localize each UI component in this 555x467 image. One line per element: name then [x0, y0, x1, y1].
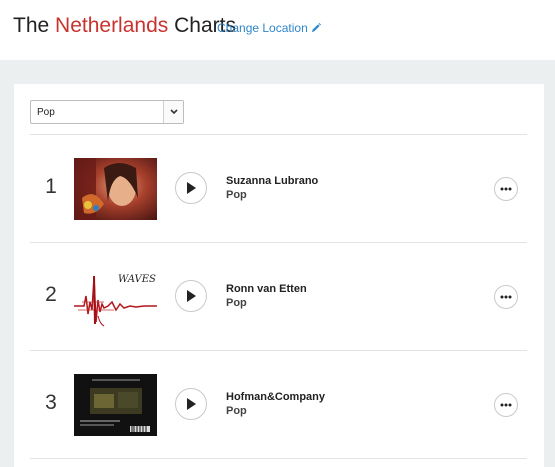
chart-rank: 2	[45, 283, 57, 306]
track-genre: Pop	[226, 189, 247, 201]
artist-name[interactable]: Suzanna Lubrano	[226, 175, 318, 187]
more-options-icon	[500, 403, 512, 407]
track-genre: Pop	[226, 405, 247, 417]
play-icon	[187, 398, 196, 410]
album-thumbnail[interactable]	[74, 158, 157, 220]
more-options-icon	[500, 295, 512, 299]
change-location-label: Change Location	[217, 21, 308, 35]
artist-name[interactable]: Hofman&Company	[226, 391, 325, 403]
album-thumbnail[interactable]	[74, 374, 157, 436]
chart-rank: 1	[45, 175, 57, 198]
divider	[30, 458, 527, 459]
chart-panel: Pop 1 Suzanna Lubrano Pop 2 WAVES Ronn v…	[14, 84, 544, 467]
genre-dropdown[interactable]: Pop	[30, 100, 184, 124]
play-icon	[187, 290, 196, 302]
chevron-down-icon	[163, 101, 183, 123]
page-title: The Netherlands Charts	[13, 13, 236, 39]
track-genre: Pop	[226, 297, 247, 309]
change-location-link[interactable]: Change Location	[217, 21, 321, 35]
chart-row: 2 WAVES Ronn van Etten Pop	[30, 243, 527, 351]
artist-name[interactable]: Ronn van Etten	[226, 283, 307, 295]
play-button[interactable]	[175, 280, 207, 312]
album-thumbnail[interactable]: WAVES	[74, 266, 157, 328]
chart-row: 1 Suzanna Lubrano Pop	[30, 135, 527, 243]
chart-row: 3 Hofman&Company Pop	[30, 351, 527, 459]
genre-dropdown-value: Pop	[37, 106, 55, 118]
more-options-icon	[500, 187, 512, 191]
title-country: Netherlands	[55, 14, 169, 37]
chart-rank: 3	[45, 391, 57, 414]
play-icon	[187, 182, 196, 194]
page-header: The Netherlands Charts Change Location	[0, 0, 555, 60]
thumbnail-lettering: WAVES	[118, 274, 156, 285]
play-button[interactable]	[175, 172, 207, 204]
more-options-button[interactable]	[494, 393, 518, 417]
more-options-button[interactable]	[494, 285, 518, 309]
title-prefix: The	[13, 14, 50, 37]
play-button[interactable]	[175, 388, 207, 420]
pencil-icon	[311, 23, 321, 32]
more-options-button[interactable]	[494, 177, 518, 201]
